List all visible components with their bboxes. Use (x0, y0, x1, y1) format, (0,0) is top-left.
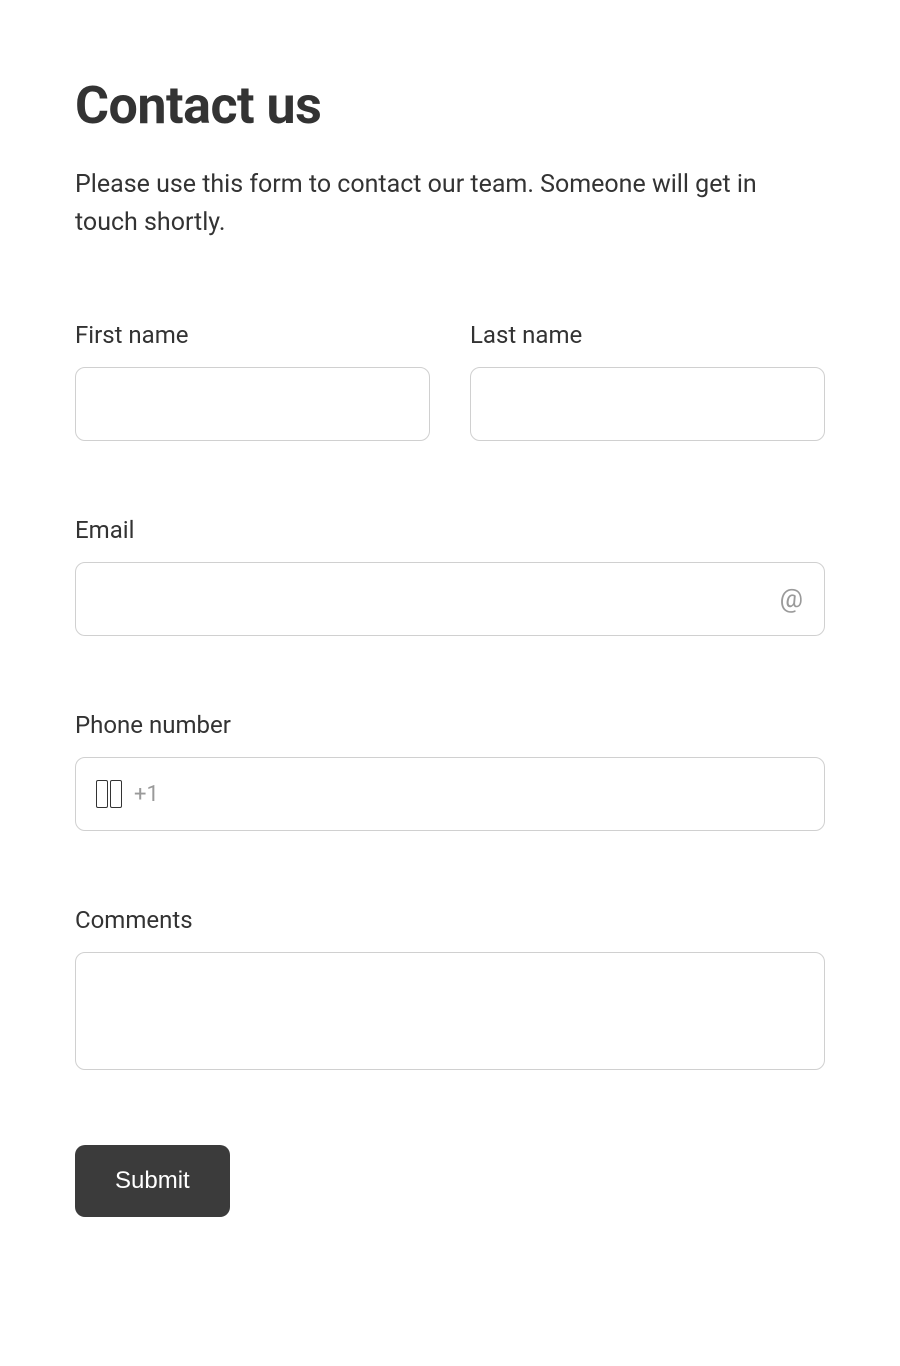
first-name-label: First name (75, 321, 430, 349)
last-name-input[interactable] (470, 367, 825, 441)
contact-form: First name Last name Email @ Phone numbe… (75, 321, 825, 1217)
comments-label: Comments (75, 906, 825, 934)
comments-group: Comments (75, 906, 825, 1070)
last-name-label: Last name (470, 321, 825, 349)
phone-input-wrapper[interactable]: +1 (75, 757, 825, 831)
page-description: Please use this form to contact our team… (75, 166, 825, 241)
page-title: Contact us (75, 75, 825, 136)
phone-input[interactable] (167, 758, 804, 830)
submit-button[interactable]: Submit (75, 1145, 230, 1217)
phone-prefix: +1 (134, 782, 159, 807)
flag-icon (96, 780, 124, 808)
comments-input[interactable] (75, 952, 825, 1070)
email-group: Email @ (75, 516, 825, 636)
email-label: Email (75, 516, 825, 544)
last-name-group: Last name (470, 321, 825, 441)
email-input[interactable] (75, 562, 825, 636)
phone-label: Phone number (75, 711, 825, 739)
first-name-input[interactable] (75, 367, 430, 441)
first-name-group: First name (75, 321, 430, 441)
phone-group: Phone number +1 (75, 711, 825, 831)
